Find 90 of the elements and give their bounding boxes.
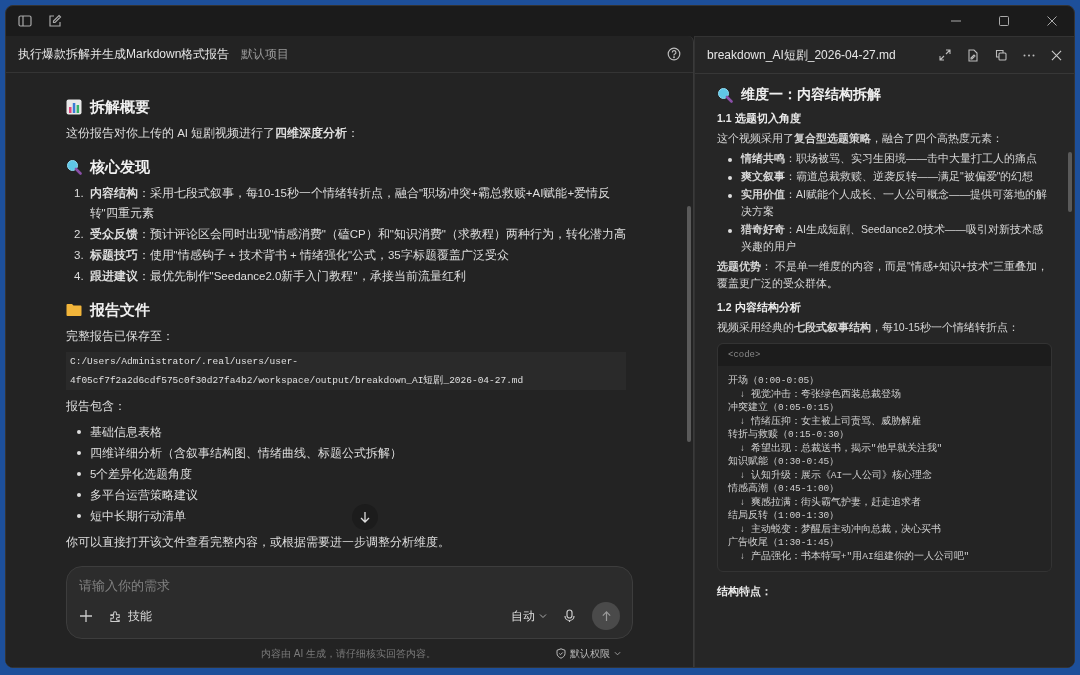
expand-icon[interactable] (939, 49, 951, 61)
magnifier-icon (717, 86, 733, 103)
bullet-icon (77, 514, 81, 518)
close-icon[interactable] (1051, 49, 1062, 61)
paragraph: 报告包含： (66, 399, 126, 414)
file-edit-icon[interactable] (967, 48, 979, 62)
caret-icon (539, 612, 547, 620)
list-item: 5个差异化选题角度 (90, 467, 193, 482)
section-heading: 维度一：内容结构拆解 (741, 86, 881, 103)
section-heading: 报告文件 (90, 300, 150, 320)
sidebar-toggle-icon[interactable] (18, 14, 32, 28)
shield-icon (556, 647, 566, 659)
paragraph: 这个视频采用了复合型选题策略，融合了四个高热度元素： (717, 131, 1003, 146)
list-item: 实用价值：AI赋能个人成长、一人公司概念——提供可落地的解决方案 (741, 187, 1048, 219)
list-item: 爽文叙事：霸道总裁救赎、逆袭反转——满足"被偏爱"的幻想 (741, 169, 1034, 184)
paragraph: 完整报告已保存至： (66, 329, 174, 344)
maximize-icon[interactable] (998, 15, 1010, 27)
file-name: breakdown_AI短剧_2026-04-27.md (707, 47, 897, 64)
bullet-icon (77, 472, 81, 476)
code-line: ↓ 爽感拉满：街头霸气护妻，赶走追求者 (738, 495, 922, 509)
code-line: ↓ 主动蜕变：梦醒后主动冲向总裁，决心买书 (739, 522, 942, 536)
close-icon[interactable] (1046, 15, 1058, 27)
list-item: 内容结构：采用七段式叙事，每10-15秒一个情绪转折点，融合"职场冲突+霸总救赎+AI赋能+爱情反转"四重元素 (89, 185, 612, 221)
code-line: ↓ 产品强化：书本特写+"用AI组建你的一人公司吧" (738, 549, 971, 563)
paragraph: 视频采用经典的七段式叙事结构，每10-15秒一个情绪转折点： (717, 320, 1019, 335)
bullet-icon (77, 451, 81, 455)
list-item: 短中长期行动清单 (90, 509, 186, 524)
bullet-icon (728, 158, 732, 162)
list-number: 2. (74, 227, 84, 242)
list-item: 标题技巧：使用"情感钩子 + 技术背书 + 情绪强化"公式，35字标题覆盖广泛受众 (89, 248, 509, 263)
plus-icon[interactable] (79, 609, 93, 623)
section-heading: 拆解概要 (90, 97, 150, 117)
edit-icon[interactable] (48, 14, 62, 28)
more-icon[interactable] (1023, 53, 1035, 57)
code-line: 情感高潮（0:45-1:00） (728, 482, 841, 496)
paragraph: 选题优势： 不是单一维度的内容，而是"情感+知识+技术"三重叠加，覆盖更广泛的受众群体。 (717, 259, 1049, 291)
magnifier-icon (66, 159, 82, 175)
microphone-icon[interactable] (563, 609, 576, 623)
list-item: 受众反馈：预计评论区会同时出现"情感消费"（磕CP）和"知识消费"（求教程）两种行为，转化潜力高 (89, 226, 626, 242)
code-label: <code> (728, 348, 761, 362)
file-path: C:/Users/Administrator/.real/users/user-4f05cf7f2a2d6cdf575c0f30d27fa4b2/workspace/output/breakdown_AI短剧_2026-04-27.md (66, 352, 626, 390)
chat-title: 执行爆款拆解并生成Markdown格式报告 (18, 46, 230, 63)
arrow-down-icon (359, 511, 371, 523)
bullet-icon (728, 229, 732, 233)
permission-dropdown[interactable]: 默认权限 (556, 645, 621, 661)
message-input[interactable]: 请输入你的需求 (79, 575, 620, 597)
copy-icon[interactable] (995, 49, 1007, 61)
code-line: 结局反转（1:00-1:30） (728, 509, 841, 523)
bullet-icon (77, 493, 81, 497)
code-line: ↓ 情绪压抑：女主被上司责骂、威胁解雇 (738, 414, 922, 428)
code-line: 转折与救赎（0:15-0:30） (728, 428, 851, 442)
list-item: 多平台运营策略建议 (90, 488, 198, 503)
list-item: 跟进建议：最优先制作"Seedance2.0新手入门教程"，承接当前流量红利 (89, 268, 466, 284)
scrollbar[interactable] (687, 206, 691, 442)
project-label[interactable]: 默认项目 (241, 45, 290, 63)
code-line: ↓ 认知升级：展示《AI一人公司》核心理念 (738, 468, 934, 482)
bullet-icon (77, 430, 81, 434)
list-item: 四维详细分析（含叙事结构图、情绪曲线、标题公式拆解） (90, 446, 402, 461)
code-line: ↓ 希望出现：总裁送书，揭示"他早就关注我" (738, 441, 944, 455)
bullet-icon (728, 194, 732, 198)
folder-icon (66, 303, 82, 317)
list-number: 1. (74, 186, 84, 201)
paragraph: 你可以直接打开该文件查看完整内容，或根据需要进一步调整分析维度。 (66, 535, 450, 550)
list-item: 情绪共鸣：职场被骂、实习生困境——击中大量打工人的痛点 (741, 151, 1037, 166)
message-composer[interactable]: 请输入你的需求 技能 自动 (66, 566, 633, 639)
puzzle-icon (109, 609, 122, 623)
subheading: 结构特点： (717, 584, 773, 599)
ai-disclaimer: 内容由 AI 生成，请仔细核实回答内容。 (261, 646, 436, 661)
list-item: 猎奇好奇：AI生成短剧、Seedance2.0技术——吸引对新技术感兴趣的用户 (741, 222, 1044, 254)
caret-icon (614, 649, 621, 657)
code-line: 开场（0:00-0:05） (728, 374, 821, 388)
code-line: 知识赋能（0:30-0:45） (728, 455, 841, 469)
mode-dropdown[interactable]: 自动 (511, 607, 547, 625)
subheading: 1.2 内容结构分析 (717, 300, 802, 315)
bullet-icon (728, 176, 732, 180)
list-item: 基础信息表格 (90, 425, 162, 440)
code-line: 冲突建立（0:05-0:15） (728, 401, 841, 415)
scrollbar[interactable] (1068, 152, 1072, 212)
list-number: 4. (74, 269, 84, 284)
subheading: 1.1 选题切入角度 (717, 111, 802, 126)
bar-chart-icon (66, 99, 82, 115)
arrow-up-icon (600, 610, 612, 622)
scroll-down-button[interactable] (352, 504, 378, 530)
section-heading: 核心发现 (90, 157, 150, 177)
help-icon[interactable] (667, 47, 681, 61)
code-line: ↓ 视觉冲击：夸张绿色西装总裁登场 (738, 387, 902, 401)
code-line: 广告收尾（1:30-1:45） (728, 536, 841, 550)
list-number: 3. (74, 248, 84, 263)
skills-button[interactable]: 技能 (109, 607, 152, 625)
paragraph: 这份报告对你上传的 AI 短剧视频进行了四维深度分析： (66, 125, 360, 141)
